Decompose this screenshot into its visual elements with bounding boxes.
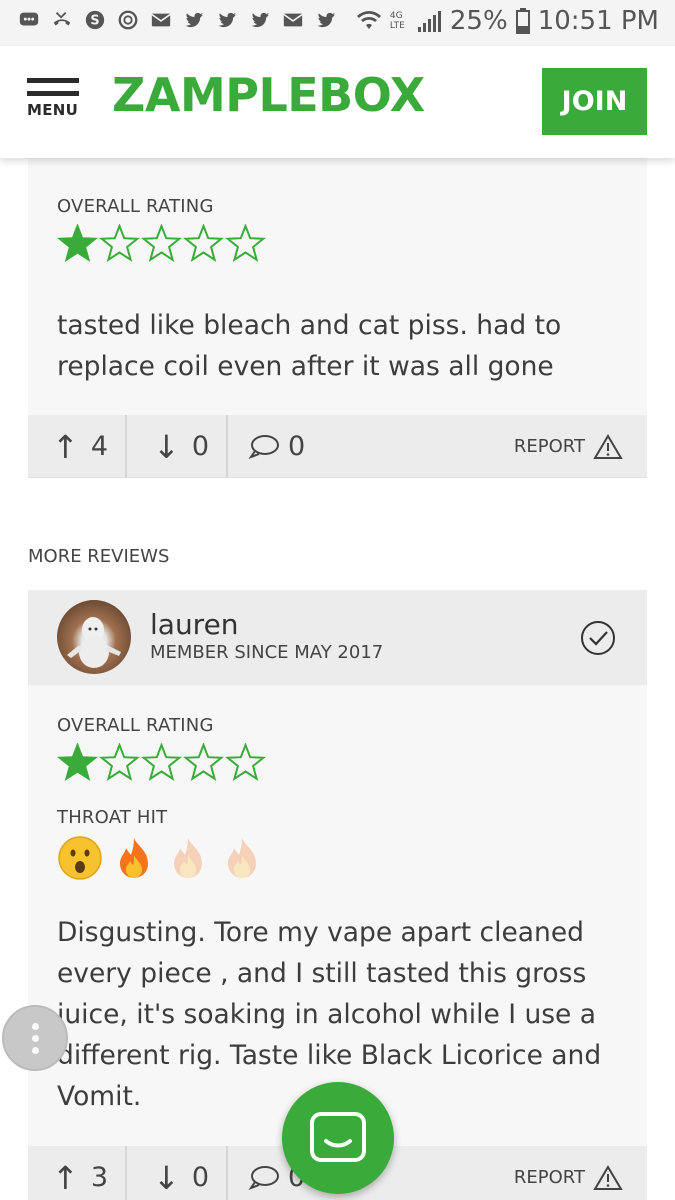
divider bbox=[125, 1146, 127, 1200]
arrow-down-icon: ↓ bbox=[153, 1158, 180, 1197]
star-empty-icon bbox=[141, 743, 182, 781]
throat-hit-label: THROAT HIT bbox=[57, 807, 168, 828]
more-reviews-heading: MORE REVIEWS bbox=[28, 546, 170, 567]
star-empty-icon bbox=[99, 743, 140, 781]
site-header: MENU ZAMPLEBOX JOIN bbox=[0, 46, 675, 158]
system-status: 4G LTE 25% 10:51 PM bbox=[356, 6, 659, 36]
overall-rating-label: OVERALL RATING bbox=[57, 196, 214, 217]
chat-icon bbox=[310, 1112, 366, 1162]
upvote-button[interactable]: ↑ 4 bbox=[52, 415, 108, 478]
skype-icon: S bbox=[85, 10, 105, 30]
battery-percent: 25% bbox=[449, 6, 508, 36]
star-empty-icon bbox=[183, 224, 224, 262]
twitter-icon bbox=[317, 12, 336, 28]
sync-icon bbox=[118, 10, 138, 30]
fire-icon bbox=[228, 838, 256, 878]
avatar[interactable] bbox=[57, 600, 131, 674]
avatar-image bbox=[67, 617, 121, 668]
wifi-icon bbox=[356, 11, 381, 29]
join-button[interactable]: JOIN bbox=[542, 68, 647, 135]
star-empty-icon bbox=[141, 224, 182, 262]
comment-button[interactable]: 0 bbox=[248, 415, 305, 478]
downvote-count: 0 bbox=[191, 431, 209, 462]
review-text: tasted like bleach and cat piss. had to … bbox=[57, 310, 562, 382]
upvote-count: 3 bbox=[90, 1162, 108, 1193]
missed-call-icon bbox=[53, 12, 71, 26]
more-options-button[interactable] bbox=[2, 1005, 68, 1071]
divider bbox=[226, 1146, 228, 1200]
report-label: REPORT bbox=[513, 436, 585, 457]
site-logo[interactable]: ZAMPLEBOX bbox=[112, 68, 425, 122]
arrow-up-icon: ↑ bbox=[52, 1158, 79, 1197]
svg-text:S: S bbox=[90, 14, 99, 29]
comment-count: 0 bbox=[288, 431, 306, 462]
arrow-up-icon: ↑ bbox=[52, 427, 79, 466]
twitter-icon bbox=[185, 12, 204, 28]
star-empty-icon bbox=[99, 224, 140, 262]
review-card: OVERALL RATING tasted like bleach and ca… bbox=[28, 158, 647, 415]
downvote-button[interactable]: ↓ 0 bbox=[153, 415, 209, 478]
star-filled-icon bbox=[57, 224, 98, 262]
clock: 10:51 PM bbox=[537, 6, 659, 36]
dot bbox=[31, 1034, 39, 1042]
chat-button[interactable] bbox=[282, 1082, 394, 1194]
star-empty-icon bbox=[225, 224, 266, 262]
fire-icon bbox=[120, 838, 148, 878]
menu-label: MENU bbox=[27, 101, 79, 119]
notification-icons: S bbox=[18, 9, 337, 31]
comment-icon bbox=[248, 1165, 279, 1190]
warning-icon bbox=[593, 1164, 623, 1190]
downvote-count: 0 bbox=[191, 1162, 209, 1193]
hamburger-icon bbox=[27, 78, 79, 83]
dot bbox=[31, 1046, 39, 1054]
upvote-count: 4 bbox=[90, 431, 108, 462]
twitter-icon bbox=[218, 12, 237, 28]
comment-icon bbox=[248, 434, 279, 459]
star-empty-icon bbox=[225, 743, 266, 781]
warning-icon bbox=[593, 433, 623, 459]
reviewer-name[interactable]: lauren bbox=[150, 608, 239, 641]
twitter-icon bbox=[251, 12, 270, 28]
overall-rating-label: OVERALL RATING bbox=[57, 715, 214, 736]
dot bbox=[31, 1022, 39, 1030]
upvote-button[interactable]: ↑ 3 bbox=[52, 1146, 108, 1200]
star-empty-icon bbox=[183, 743, 224, 781]
reviewer-header: lauren MEMBER SINCE MAY 2017 bbox=[28, 590, 647, 685]
review-actions: ↑ 4 ↓ 0 0 REPORT bbox=[28, 415, 647, 478]
menu-button[interactable]: MENU bbox=[27, 78, 81, 119]
fire-icon bbox=[174, 838, 202, 878]
report-button[interactable]: REPORT bbox=[514, 415, 623, 478]
battery-icon bbox=[515, 8, 530, 34]
member-since: MEMBER SINCE MAY 2017 bbox=[150, 642, 384, 663]
mail-icon bbox=[283, 13, 303, 27]
divider bbox=[125, 415, 127, 478]
signal-icon bbox=[417, 11, 441, 32]
network-type: 4G LTE bbox=[389, 11, 405, 31]
hamburger-icon-bar bbox=[27, 91, 79, 96]
surprised-face-icon bbox=[58, 836, 102, 880]
arrow-down-icon: ↓ bbox=[153, 427, 180, 466]
mail-icon bbox=[151, 13, 171, 27]
chat-icon bbox=[19, 12, 39, 26]
verified-check-icon bbox=[581, 621, 615, 655]
star-rating bbox=[57, 224, 266, 264]
downvote-button[interactable]: ↓ 0 bbox=[153, 1146, 209, 1200]
report-button[interactable]: REPORT bbox=[514, 1146, 623, 1200]
report-label: REPORT bbox=[513, 1167, 585, 1188]
throat-hit-rating bbox=[57, 835, 265, 881]
review-card: OVERALL RATING THROAT HIT Disgusting. To… bbox=[28, 685, 647, 1146]
star-filled-icon bbox=[57, 743, 98, 781]
status-bar: S 4G LTE 25% 10:51 PM bbox=[0, 0, 675, 46]
star-rating bbox=[57, 743, 266, 783]
divider bbox=[226, 415, 228, 478]
